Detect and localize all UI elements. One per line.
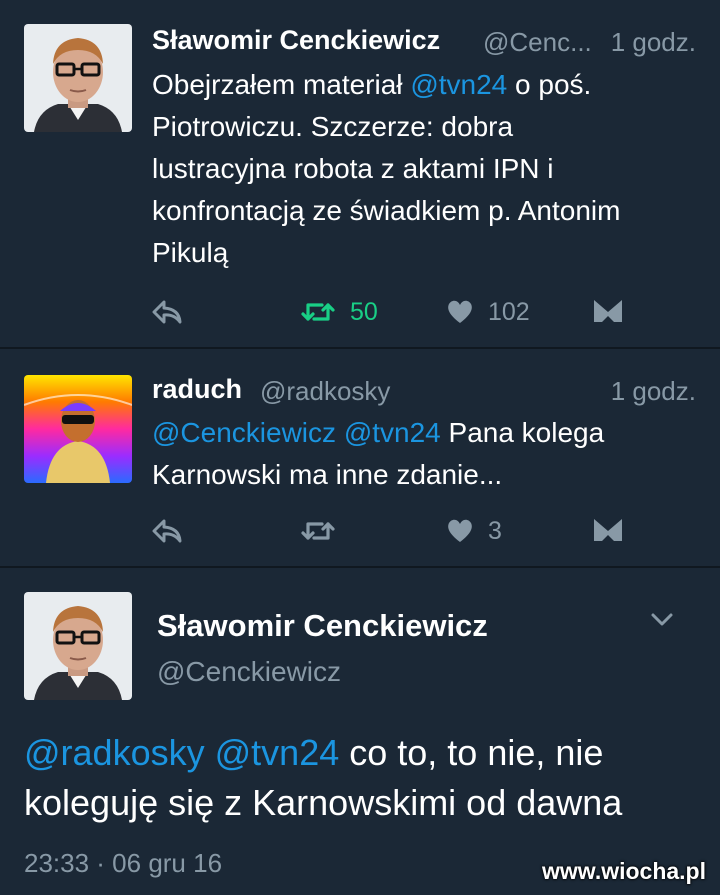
tweet-time: 1 godz.	[610, 27, 696, 57]
reply-icon	[152, 300, 182, 324]
text-segment: Piotrowiczu. Szczerze: dobra	[152, 111, 514, 142]
text-segment: koleguję się z Karnowskimi od dawna	[24, 782, 623, 823]
retweet-count: 50	[350, 297, 378, 326]
text-segment	[336, 417, 344, 448]
avatar[interactable]	[24, 375, 132, 483]
direct-message-icon	[594, 300, 622, 322]
direct-message-icon	[594, 519, 622, 541]
avatar[interactable]	[24, 24, 132, 132]
text-segment: co to, to nie, nie	[339, 732, 604, 773]
tweet-timestamp: 23:33 · 06 gru 16	[24, 848, 223, 878]
watermark: www.wiocha.pl	[542, 858, 706, 884]
like-button[interactable]: 3	[446, 513, 502, 549]
text-line: Pikulą	[152, 232, 700, 274]
retweet-button[interactable]: 50	[300, 294, 378, 330]
text-line: Piotrowiczu. Szczerze: dobra	[152, 106, 700, 148]
like-count: 102	[488, 297, 530, 326]
mention-link[interactable]: @tvn24	[215, 732, 340, 773]
retweet-button[interactable]	[300, 513, 350, 549]
text-segment: Pikulą	[152, 237, 229, 268]
tweet-1[interactable]: Sławomir Cenckiewicz @Cenc... 1 godz. Ob…	[0, 0, 720, 348]
mention-link[interactable]: @radkosky	[24, 732, 205, 773]
text-line: Karnowski ma inne zdanie...	[152, 454, 700, 496]
mention-link[interactable]: @Cenckiewicz	[152, 417, 336, 448]
retweet-icon	[301, 303, 335, 321]
heart-icon	[448, 300, 472, 323]
tweet-time: 1 godz.	[610, 376, 696, 406]
author-handle[interactable]: @Cenc...	[483, 27, 592, 58]
mention-link[interactable]: @tvn24	[344, 417, 441, 448]
like-count: 3	[488, 516, 502, 545]
more-options-button[interactable]	[650, 612, 674, 633]
author-name[interactable]: raduch	[152, 374, 242, 405]
text-line: @Cenckiewicz @tvn24 Pana kolega	[152, 412, 700, 454]
detail-tweet: Sławomir Cenckiewicz @Cenckiewicz @radko…	[0, 568, 720, 895]
text-segment: Karnowski ma inne zdanie...	[152, 459, 503, 490]
text-segment: konfrontacją ze świadkiem p. Antonim	[152, 195, 621, 226]
text-segment: Pana kolega	[440, 417, 605, 448]
text-line: koleguję się z Karnowskimi od dawna	[24, 778, 704, 828]
text-line: lustracyjna robota z aktami IPN i	[152, 148, 700, 190]
tweet-text: @Cenckiewicz @tvn24 Pana kolega Karnowski…	[152, 412, 700, 496]
text-segment: lustracyjna robota z aktami IPN i	[152, 153, 554, 184]
reply-button[interactable]	[152, 294, 184, 330]
tweet-text: Obejrzałem materiał @tvn24 o poś. Piotrow…	[152, 64, 700, 274]
author-handle[interactable]: @Cenckiewicz	[157, 656, 341, 688]
text-segment: Obejrzałem materiał	[152, 69, 411, 100]
text-line: @radkosky @tvn24 co to, to nie, nie	[24, 728, 704, 778]
text-line: Obejrzałem materiał @tvn24 o poś.	[152, 64, 700, 106]
author-name[interactable]: Sławomir Cenckiewicz	[152, 25, 440, 56]
text-segment: o poś.	[507, 69, 592, 100]
direct-message-button[interactable]	[592, 513, 624, 549]
text-segment	[205, 732, 215, 773]
avatar[interactable]	[24, 592, 132, 700]
tweet-actions: 3	[152, 513, 632, 549]
heart-icon	[448, 519, 472, 542]
mention-link[interactable]: @tvn24	[410, 69, 507, 100]
tweet-text: @radkosky @tvn24 co to, to nie, nie koleg…	[24, 728, 704, 828]
chevron-down-icon	[651, 613, 673, 626]
direct-message-button[interactable]	[592, 294, 624, 330]
text-line: konfrontacją ze świadkiem p. Antonim	[152, 190, 700, 232]
author-handle[interactable]: @radkosky	[260, 376, 390, 407]
author-name[interactable]: Sławomir Cenckiewicz	[157, 608, 488, 644]
reply-button[interactable]	[152, 513, 184, 549]
retweet-icon	[301, 522, 335, 540]
reply-icon	[152, 519, 182, 543]
tweet-actions: 50 102	[152, 294, 632, 330]
like-button[interactable]: 102	[446, 294, 530, 330]
tweet-2[interactable]: raduch @radkosky 1 godz. @Cenckiewicz @t…	[0, 349, 720, 566]
